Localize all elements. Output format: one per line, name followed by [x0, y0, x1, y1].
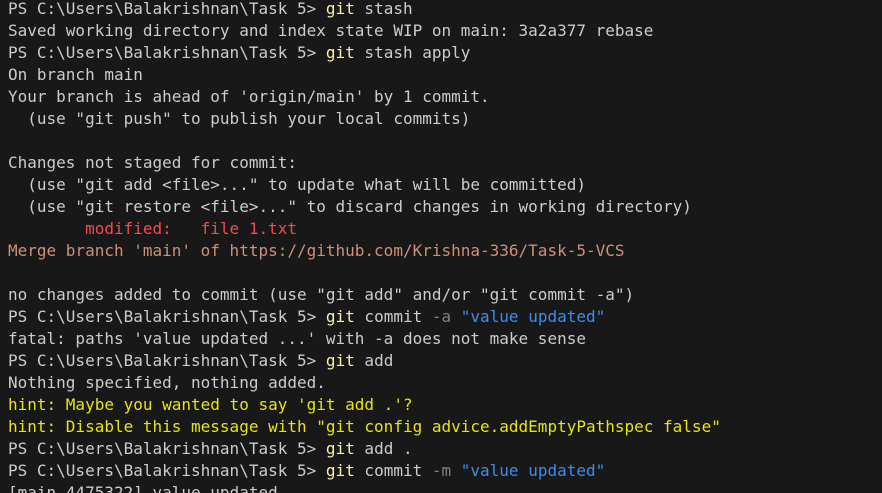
terminal-text-segment: (use "git add <file>..." to update what …: [8, 175, 586, 194]
terminal-prompt-segment: PS C:\Users\Balakrishnan\Task 5>: [8, 307, 326, 326]
terminal-prompt-segment: PS C:\Users\Balakrishnan\Task 5>: [8, 439, 326, 458]
terminal-line: hint: Disable this message with "git con…: [8, 416, 882, 438]
terminal-text-segment: (use "git restore <file>..." to discard …: [8, 197, 692, 216]
terminal-command-segment: git: [325, 307, 355, 326]
terminal-line: (use "git restore <file>..." to discard …: [8, 196, 882, 218]
terminal-line: (use "git add <file>..." to update what …: [8, 174, 882, 196]
terminal-text-segment: Merge branch 'main' of https://github.co…: [8, 241, 625, 260]
terminal-text-segment: "value updated": [460, 307, 606, 326]
terminal-line: PS C:\Users\Balakrishnan\Task 5> git add…: [8, 438, 882, 460]
terminal-text-segment: stash: [354, 0, 413, 18]
terminal-prompt-segment: PS C:\Users\Balakrishnan\Task 5>: [8, 351, 326, 370]
terminal-text-segment: add: [354, 351, 394, 370]
terminal-text-segment: fatal: paths 'value updated ...' with -a…: [8, 329, 586, 348]
terminal-line: no changes added to commit (use "git add…: [8, 284, 882, 306]
terminal-command-segment: git: [325, 351, 355, 370]
terminal-line: PS C:\Users\Balakrishnan\Task 5> git sta…: [8, 0, 882, 20]
terminal-text-segment: Saved working directory and index state …: [8, 21, 654, 40]
terminal-text-segment: (use "git push" to publish your local co…: [8, 109, 471, 128]
terminal-panel[interactable]: PS C:\Users\Balakrishnan\Task 5> git sta…: [0, 0, 882, 493]
terminal-line: Your branch is ahead of 'origin/main' by…: [8, 86, 882, 108]
terminal-text-segment: Changes not staged for commit:: [8, 153, 297, 172]
terminal-line: fatal: paths 'value updated ...' with -a…: [8, 328, 882, 350]
terminal-text-segment: [main 4475322] value updated: [8, 483, 278, 493]
terminal-command-segment: git: [325, 43, 355, 62]
terminal-line: PS C:\Users\Balakrishnan\Task 5> git add: [8, 350, 882, 372]
terminal-prompt-segment: PS C:\Users\Balakrishnan\Task 5>: [8, 43, 326, 62]
terminal-text-segment: hint: Disable this message with "git con…: [8, 417, 721, 436]
terminal-prompt-segment: PS C:\Users\Balakrishnan\Task 5>: [8, 461, 326, 480]
terminal-line: modified: file 1.txt: [8, 218, 882, 240]
terminal-prompt-segment: PS C:\Users\Balakrishnan\Task 5>: [8, 0, 326, 18]
terminal-text-segment: modified: file 1.txt: [8, 219, 297, 238]
terminal-line: hint: Maybe you wanted to say 'git add .…: [8, 394, 882, 416]
terminal-line: [main 4475322] value updated: [8, 482, 882, 493]
terminal-command-segment: git: [325, 461, 355, 480]
terminal-text-segment: Your branch is ahead of 'origin/main' by…: [8, 87, 490, 106]
terminal-text-segment: Nothing specified, nothing added.: [8, 373, 326, 392]
terminal-text-segment: hint: Maybe you wanted to say 'git add .…: [8, 395, 413, 414]
terminal-text-segment: "value updated": [460, 461, 606, 480]
terminal-text-segment: add .: [354, 439, 413, 458]
terminal-line: PS C:\Users\Balakrishnan\Task 5> git com…: [8, 460, 882, 482]
terminal-line: Merge branch 'main' of https://github.co…: [8, 240, 882, 262]
terminal-line: (use "git push" to publish your local co…: [8, 108, 882, 130]
terminal-text-segment: no changes added to commit (use "git add…: [8, 285, 635, 304]
terminal-text-segment: commit: [354, 307, 432, 326]
terminal-text-segment: -a: [431, 307, 452, 326]
terminal-output: PS C:\Users\Balakrishnan\Task 5> git sta…: [8, 0, 882, 493]
terminal-line: On branch main: [8, 64, 882, 86]
terminal-line: Saved working directory and index state …: [8, 20, 882, 42]
terminal-command-segment: git: [325, 0, 355, 18]
terminal-line: PS C:\Users\Balakrishnan\Task 5> git com…: [8, 306, 882, 328]
terminal-text-segment: On branch main: [8, 65, 143, 84]
terminal-command-segment: git: [325, 439, 355, 458]
terminal-line: Nothing specified, nothing added.: [8, 372, 882, 394]
terminal-line: Changes not staged for commit:: [8, 152, 882, 174]
terminal-text-segment: stash apply: [354, 43, 471, 62]
terminal-text-segment: commit: [354, 461, 432, 480]
terminal-text-segment: -m: [431, 461, 452, 480]
terminal-line: PS C:\Users\Balakrishnan\Task 5> git sta…: [8, 42, 882, 64]
